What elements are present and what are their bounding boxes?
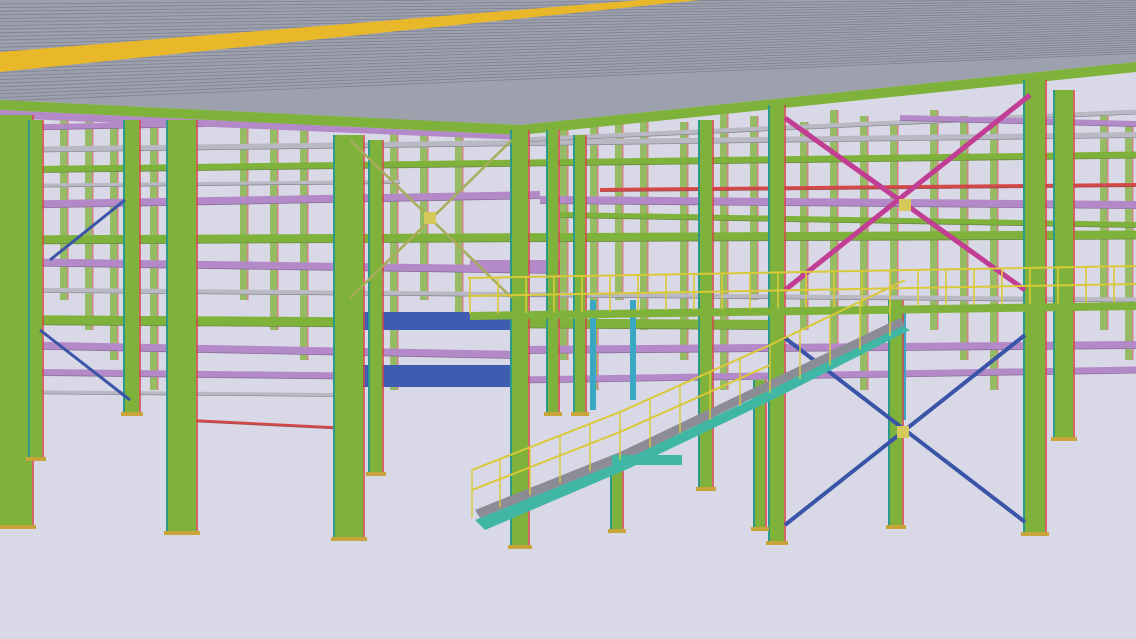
steel-column-base-plate: [366, 472, 386, 476]
steel-column-flange-left: [768, 105, 770, 544]
steel-column-flange-right: [712, 120, 714, 490]
steel-column-base-plate: [886, 525, 906, 529]
steel-column: [168, 120, 196, 534]
stair-stringer-lower: [475, 462, 630, 530]
steel-column-flange-right: [382, 140, 384, 475]
steel-column: [770, 105, 784, 544]
steel-column-flange-left: [368, 140, 370, 475]
steel-column-flange-left: [333, 135, 335, 540]
steel-column-flange-right: [622, 470, 624, 532]
steel-column: [612, 470, 622, 532]
steel-column-base-plate: [751, 527, 769, 531]
steel-structure-3d-view: [0, 0, 1136, 549]
steel-column: [0, 115, 32, 528]
background-column: [270, 122, 277, 330]
steel-column-flange-left: [510, 130, 512, 548]
horizontal-beam: [179, 418, 341, 430]
steel-column-base-plate: [26, 457, 46, 461]
steel-column-flange-right: [558, 130, 560, 415]
steel-column-base-plate: [0, 525, 36, 529]
steel-column-base-plate: [1021, 532, 1049, 536]
steel-column-flange-right: [784, 105, 786, 544]
steel-column: [548, 130, 558, 415]
steel-column-flange-left: [28, 120, 30, 460]
steel-column-base-plate: [544, 412, 562, 416]
steel-column-flange-left: [1053, 90, 1055, 440]
steel-column-flange-left: [166, 120, 168, 534]
stair-landing: [612, 455, 682, 465]
steel-column-flange-right: [1073, 90, 1075, 440]
steel-column-base-plate: [164, 531, 200, 535]
steel-column-flange-right: [139, 120, 141, 415]
steel-column: [370, 140, 382, 475]
steel-column-base-plate: [696, 487, 716, 491]
background-column-edge: [247, 116, 249, 300]
steel-column-base-plate: [508, 545, 532, 549]
steel-column-base-plate: [1051, 437, 1077, 441]
steel-column-flange-left: [546, 130, 548, 415]
steel-column-base-plate: [608, 529, 626, 533]
steel-column-flange-right: [902, 300, 904, 528]
steel-column-base-plate: [331, 537, 367, 541]
horizontal-beam-edge: [179, 420, 341, 430]
background-column-edge: [622, 110, 624, 300]
steel-column-flange-left: [610, 470, 612, 532]
steel-column: [30, 120, 42, 460]
gusset-plate: [899, 199, 911, 211]
steel-column-flange-right: [363, 135, 365, 540]
steel-column-flange-left: [123, 120, 125, 415]
background-column: [615, 110, 622, 300]
background-column: [240, 116, 247, 300]
background-column: [890, 122, 897, 300]
stair-treads-lower: [475, 452, 625, 518]
gusset-plate: [424, 212, 436, 224]
steel-column: [512, 130, 528, 548]
steel-column-flange-right: [42, 120, 44, 460]
background-column-edge: [427, 122, 429, 300]
steel-column-flange-left: [573, 135, 575, 415]
background-column-edge: [277, 122, 279, 330]
steel-column: [700, 120, 712, 490]
steel-column-base-plate: [571, 412, 589, 416]
steel-column-flange-right: [196, 120, 198, 534]
structural-model-viewport[interactable]: [0, 0, 1136, 639]
steel-column: [335, 135, 363, 540]
background-column-edge: [897, 122, 899, 300]
steel-column-base-plate: [121, 412, 143, 416]
steel-column-base-plate: [766, 541, 788, 545]
steel-column: [125, 120, 139, 415]
gusset-plate: [897, 426, 909, 438]
steel-column: [1055, 90, 1073, 440]
